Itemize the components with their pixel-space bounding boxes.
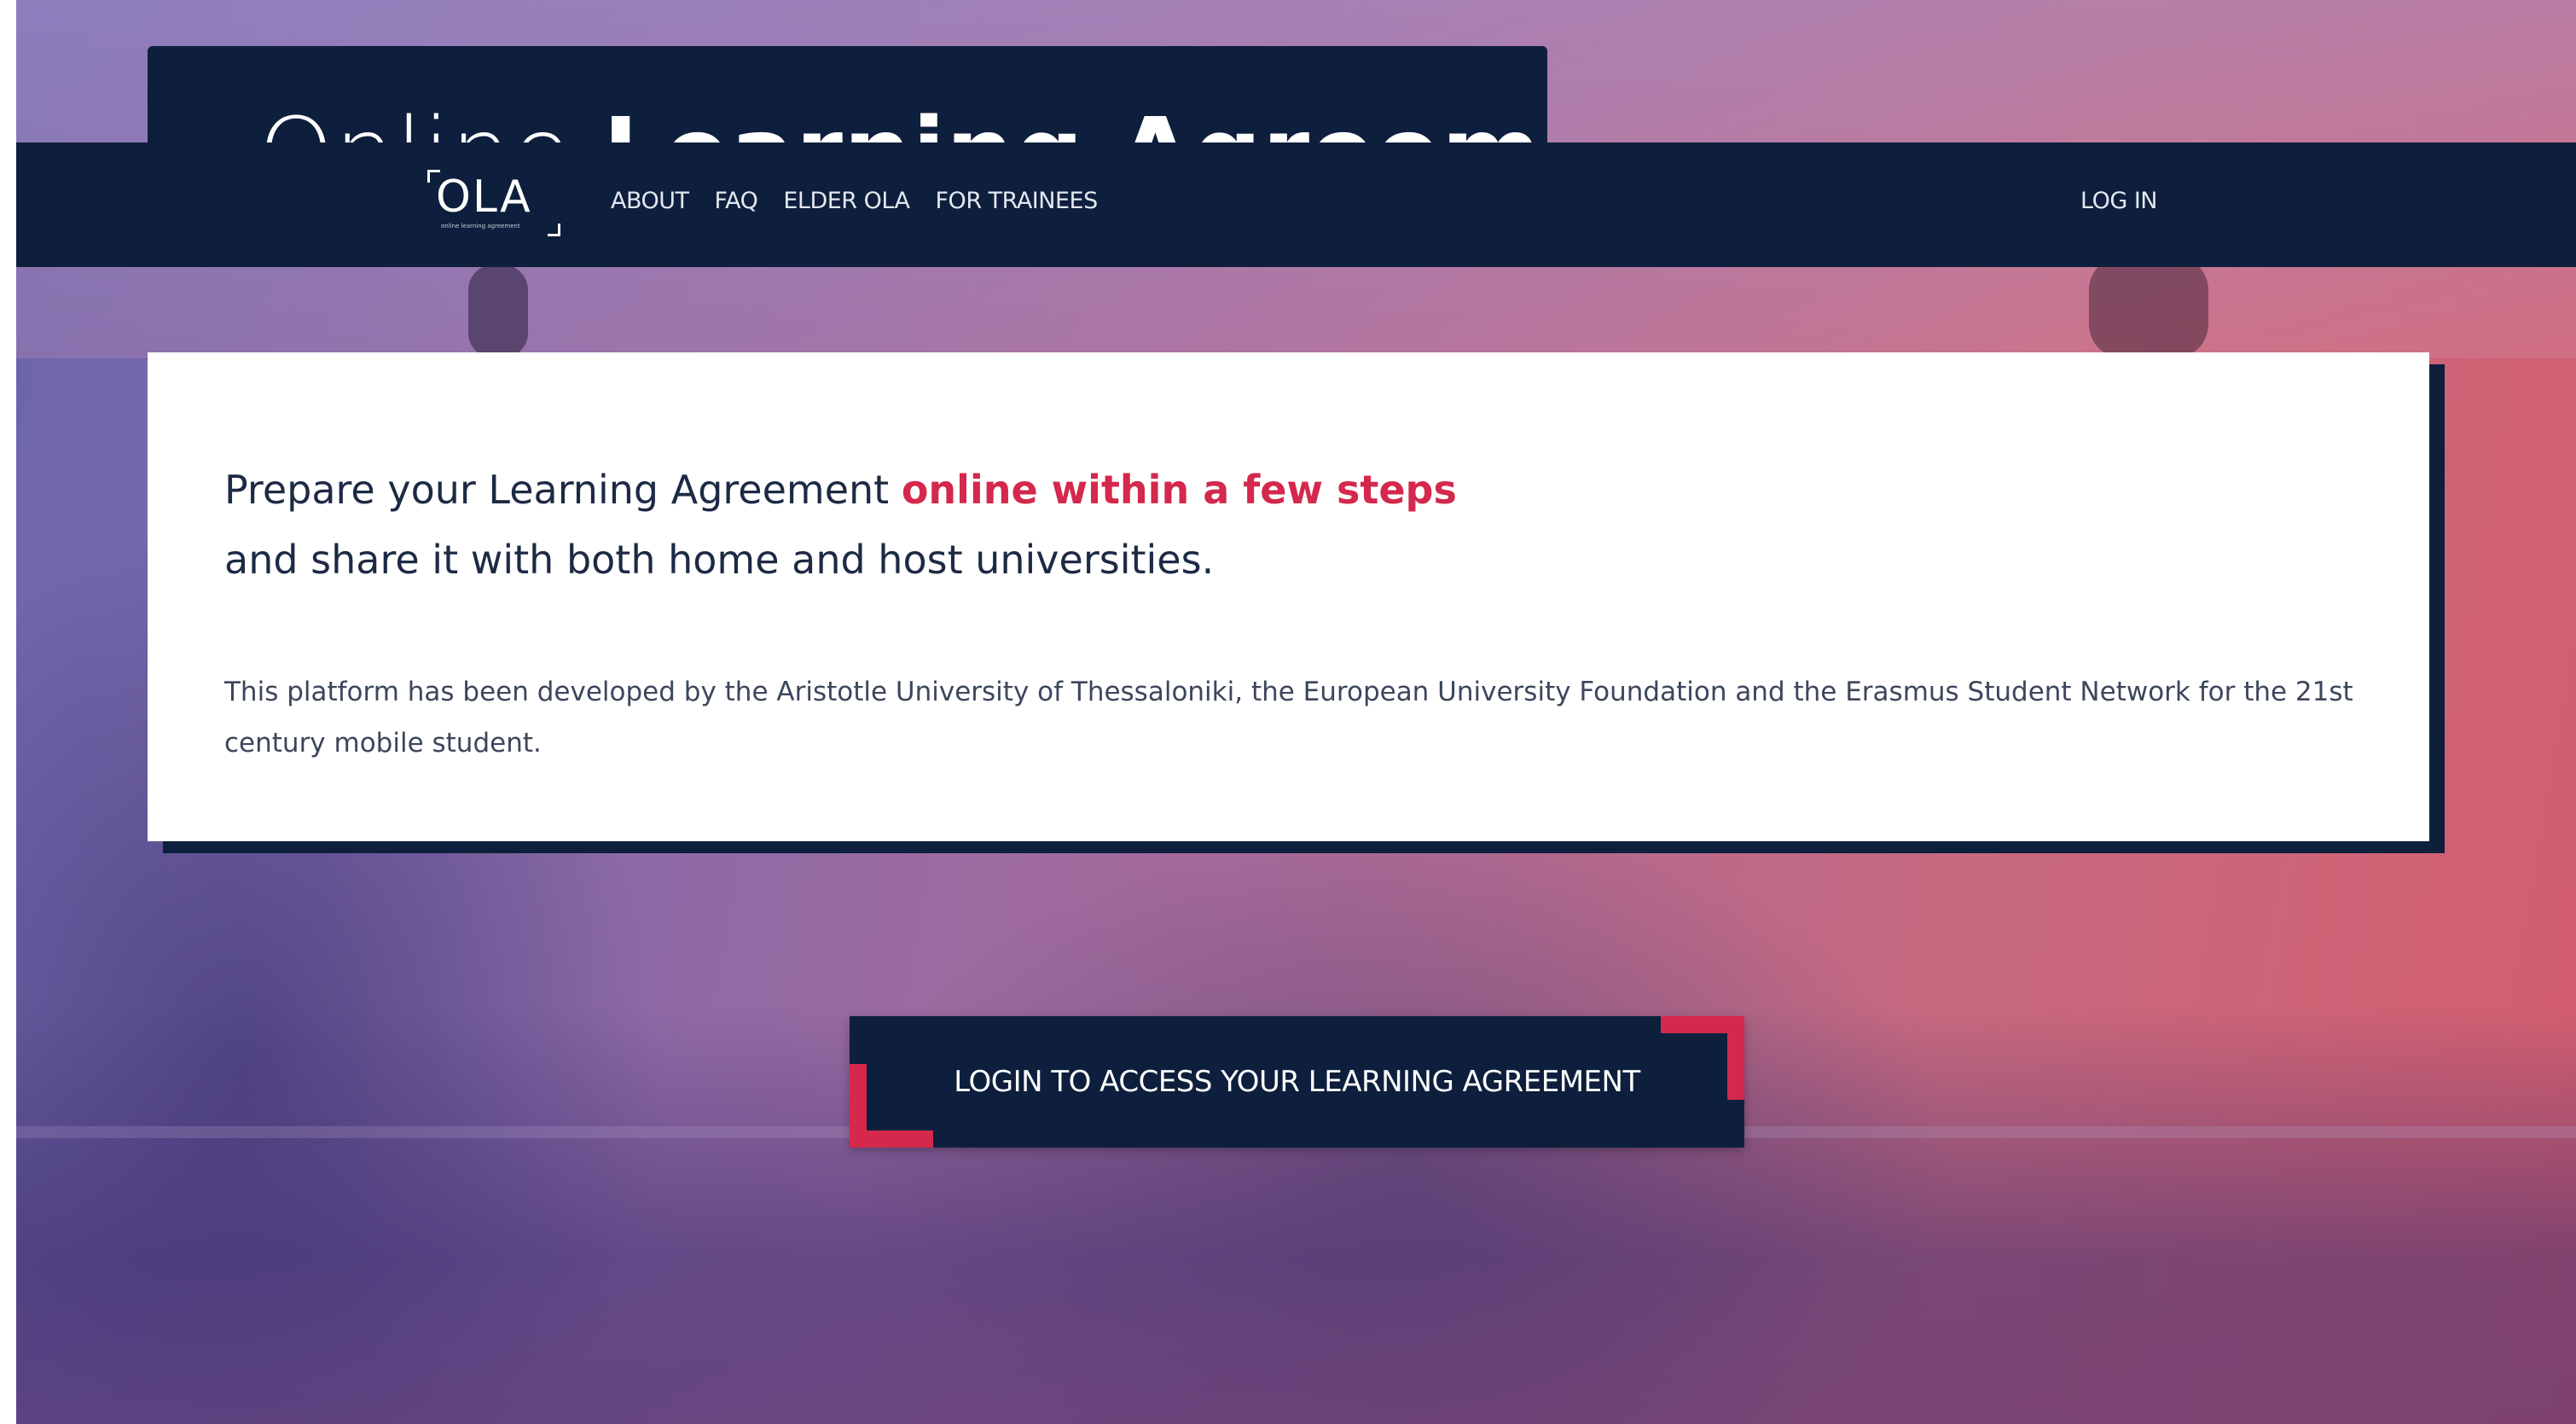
site-title-bold: Learning Agreement <box>603 98 1547 148</box>
cta-corner-bracket-icon <box>850 1064 933 1148</box>
login-link[interactable]: LOG IN <box>2080 187 2158 216</box>
cta-label: LOGIN TO ACCESS YOUR LEARNING AGREEMENT <box>954 1065 1640 1099</box>
login-access-agreement-button[interactable]: LOGIN TO ACCESS YOUR LEARNING AGREEMENT <box>850 1016 1744 1148</box>
intro-card: Prepare your Learning Agreement online w… <box>148 352 2429 841</box>
site-title-tab: Online Learning Agreement <box>148 46 1547 148</box>
ola-logo[interactable]: OLA online learning agreement <box>427 168 564 236</box>
intro-description: This platform has been developed by the … <box>224 677 2353 758</box>
background-raised-hand-left <box>468 264 528 358</box>
nav-item-faq[interactable]: FAQ <box>715 188 758 214</box>
logo-text: OLA <box>436 171 532 223</box>
top-navbar: OLA online learning agreement ABOUT FAQ … <box>16 142 2576 267</box>
headline-end: and share it with both home and host uni… <box>224 537 1215 583</box>
intro-headline: Prepare your Learning Agreement online w… <box>224 455 2357 595</box>
headline-accent: online within a few steps <box>901 467 1457 513</box>
logo-subtitle: online learning agreement <box>441 223 520 230</box>
site-title-light: Online <box>258 98 571 148</box>
nav-item-elder-ola[interactable]: ELDER OLA <box>783 188 910 214</box>
nav-menu: ABOUT FAQ ELDER OLA FOR TRAINEES <box>611 187 1098 216</box>
nav-item-about[interactable]: ABOUT <box>611 188 689 214</box>
nav-item-for-trainees[interactable]: FOR TRAINEES <box>936 188 1099 214</box>
headline-start: Prepare your Learning Agreement <box>224 467 902 513</box>
background-raised-hand-right <box>2089 256 2208 358</box>
logo-corner-bracket-icon <box>548 224 560 236</box>
hero-background: Online Learning Agreement OLA online lea… <box>16 0 2576 1424</box>
